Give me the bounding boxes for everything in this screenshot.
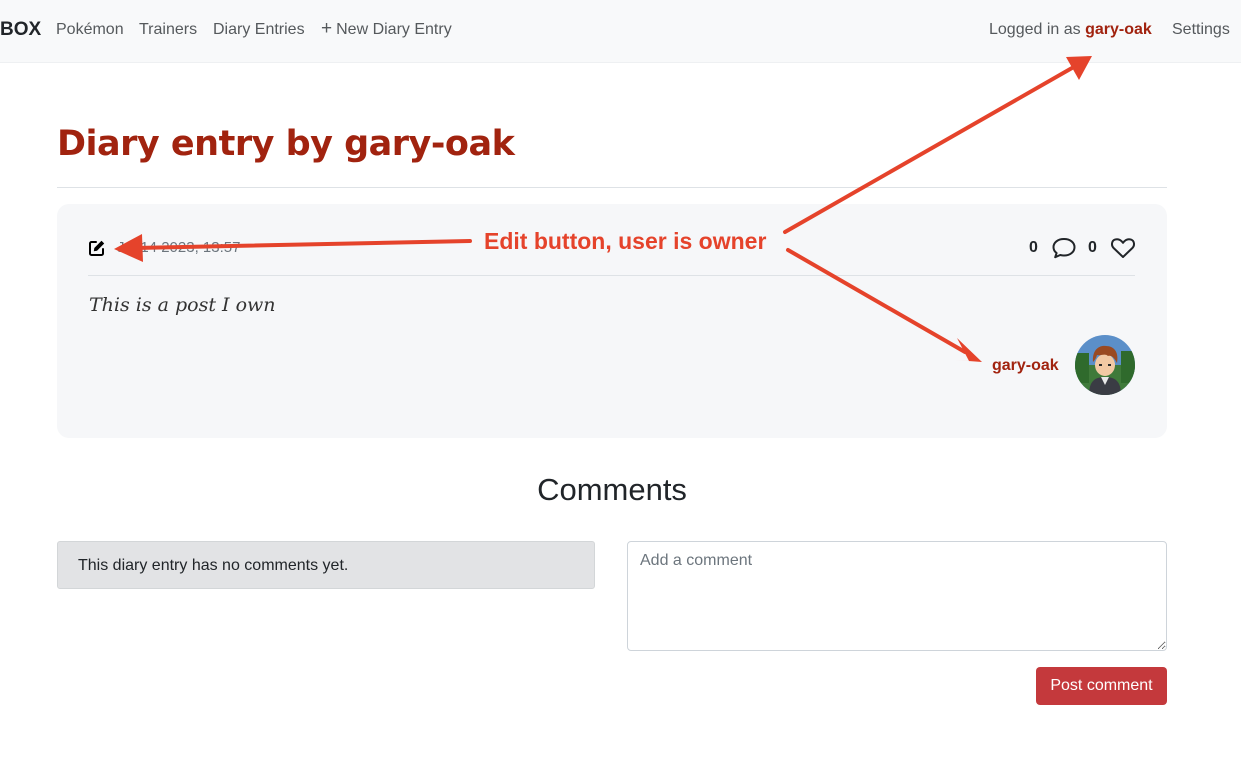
- edit-icon[interactable]: [88, 239, 106, 257]
- heart-icon[interactable]: [1110, 236, 1136, 260]
- nav-link-new-diary-entry[interactable]: + New Diary Entry: [321, 18, 452, 39]
- entry-date: Jul 14 2023, 13:57: [117, 239, 241, 256]
- logged-in-user-link[interactable]: gary-oak: [1085, 21, 1152, 38]
- nav-link-diary-entries[interactable]: Diary Entries: [213, 21, 305, 39]
- logged-in-status: Logged in as gary-oak: [989, 21, 1152, 39]
- comments-heading: Comments: [537, 472, 687, 507]
- brand-logo[interactable]: BOX: [0, 19, 41, 41]
- nav-link-pokemon[interactable]: Pokémon: [56, 21, 124, 39]
- title-divider: [57, 187, 1167, 188]
- comment-icon[interactable]: [1051, 236, 1077, 260]
- comment-input[interactable]: [627, 541, 1167, 651]
- author-link[interactable]: gary-oak: [992, 357, 1059, 375]
- page-title: Diary entry by gary-oak: [57, 124, 515, 164]
- like-count: 0: [1088, 239, 1097, 256]
- no-comments-alert: This diary entry has no comments yet.: [57, 541, 595, 589]
- card-divider: [88, 275, 1135, 276]
- nav-link-trainers[interactable]: Trainers: [139, 21, 197, 39]
- logged-in-prefix: Logged in as: [989, 21, 1081, 38]
- post-comment-button[interactable]: Post comment: [1036, 667, 1167, 705]
- annotation-label: Edit button, user is owner: [484, 228, 767, 254]
- avatar[interactable]: [1075, 335, 1135, 395]
- comment-count: 0: [1029, 239, 1038, 256]
- plus-icon: +: [321, 18, 333, 39]
- entry-body: This is a post I own: [89, 294, 276, 316]
- new-diary-entry-label: New Diary Entry: [336, 21, 452, 38]
- top-navbar: BOX Pokémon Trainers Diary Entries + New …: [0, 0, 1241, 63]
- nav-link-settings[interactable]: Settings: [1172, 21, 1230, 39]
